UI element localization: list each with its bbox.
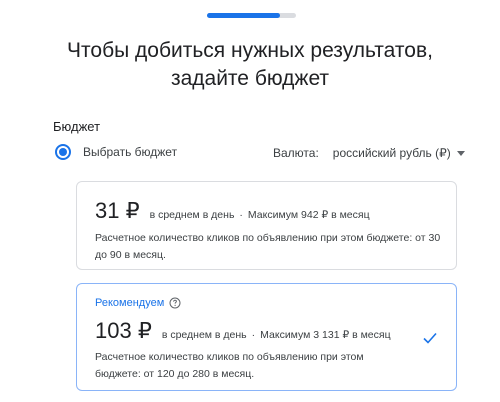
recommended-budget-option-card[interactable]: Рекомендуем 103 ₽ в среднем в день · Мак…	[76, 283, 457, 391]
currency-label: Валюта:	[273, 146, 319, 160]
budget-price: 103 ₽	[95, 318, 152, 343]
budget-price: 31 ₽	[95, 198, 140, 223]
help-circle-icon[interactable]	[169, 297, 181, 309]
choose-budget-radio-option[interactable]: Выбрать бюджет	[55, 144, 177, 160]
page-title-line-2: задайте бюджет	[170, 67, 330, 90]
budget-per-day: в среднем в день	[149, 209, 235, 221]
page-title-line-1: Чтобы добиться нужных результатов,	[67, 39, 433, 62]
budget-monthly-max: Максимум 3 131 ₽ в месяц	[260, 329, 391, 341]
page-title: Чтобы добиться нужных результатов, задай…	[0, 37, 500, 93]
separator-dot: ·	[239, 209, 243, 221]
recommended-badge: Рекомендуем	[95, 297, 181, 309]
budget-section-label: Бюджет	[53, 119, 101, 134]
radio-selected-dot	[59, 148, 67, 156]
budget-option-card[interactable]: 31 ₽ в среднем в день · Максимум 942 ₽ в…	[76, 181, 457, 270]
currency-field: Валюта: российский рубль (₽)	[273, 146, 465, 160]
choose-budget-radio[interactable]	[55, 144, 71, 160]
currency-value: российский рубль (₽)	[332, 146, 451, 160]
budget-monthly-max: Максимум 942 ₽ в месяц	[247, 209, 370, 221]
progress-bar	[207, 13, 296, 18]
budget-description: Расчетное количество кликов по объявлени…	[95, 351, 364, 380]
budget-per-day: в среднем в день	[161, 329, 247, 341]
recommended-label: Рекомендуем	[95, 297, 165, 309]
budget-price-row: 103 ₽ в среднем в день · Максимум 3 131 …	[95, 318, 391, 344]
choose-budget-label: Выбрать бюджет	[83, 145, 178, 159]
currency-dropdown[interactable]: российский рубль (₽)	[333, 146, 465, 160]
separator-dot: ·	[251, 329, 256, 341]
dropdown-caret-icon	[456, 150, 465, 156]
budget-price-row: 31 ₽ в среднем в день · Максимум 942 ₽ в…	[95, 198, 370, 224]
progress-bar-fill	[207, 13, 280, 18]
checkmark-icon	[423, 332, 437, 344]
budget-description: Расчетное количество кликов по объявлени…	[95, 232, 441, 261]
